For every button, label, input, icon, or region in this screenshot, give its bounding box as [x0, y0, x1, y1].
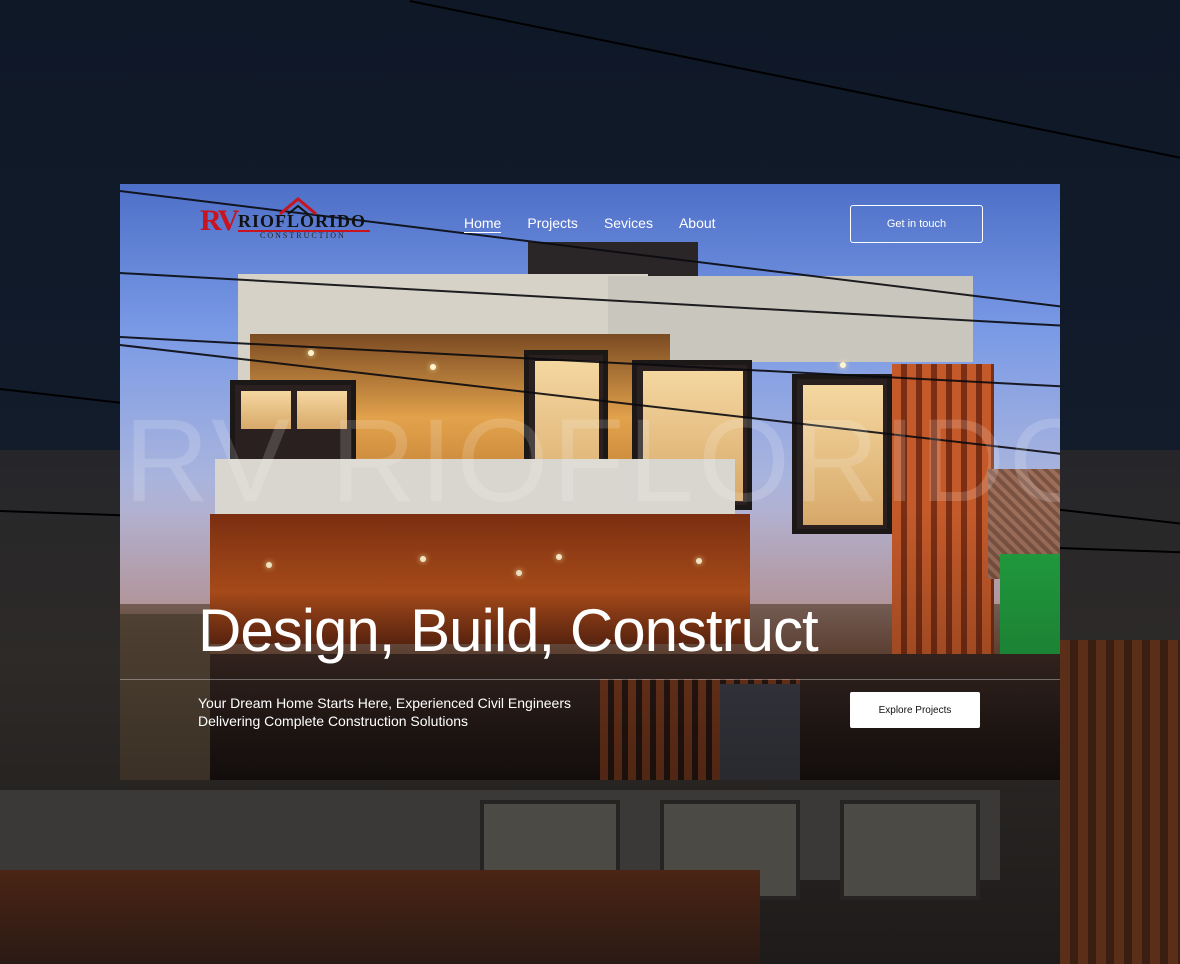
hero-section: RV RIOFLORIDO RV RIOFLORIDO CONSTRUCTION… [120, 184, 1060, 780]
nav-about[interactable]: About [679, 214, 716, 233]
main-nav: Home Projects Sevices About [464, 214, 716, 233]
background-soffit [0, 870, 760, 964]
hero-subtext: Your Dream Home Starts Here, Experienced… [198, 695, 571, 729]
background-window [840, 800, 980, 900]
explore-projects-button[interactable]: Explore Projects [850, 692, 980, 728]
background-fins [1060, 640, 1180, 964]
nav-home[interactable]: Home [464, 214, 502, 233]
logo-tagline: CONSTRUCTION [260, 231, 346, 240]
get-in-touch-button[interactable]: Get in touch [850, 205, 983, 243]
brand-watermark: RV RIOFLORIDO [124, 395, 1060, 527]
nav-projects[interactable]: Projects [527, 214, 578, 233]
hero-headline: Design, Build, Construct [198, 597, 819, 664]
logo-monogram: RV [200, 204, 239, 237]
hero-divider [120, 679, 1060, 680]
brand-logo[interactable]: RV RIOFLORIDO CONSTRUCTION [200, 194, 370, 240]
logo-wordmark: RIOFLORIDO [238, 211, 367, 231]
nav-services[interactable]: Sevices [604, 214, 653, 233]
